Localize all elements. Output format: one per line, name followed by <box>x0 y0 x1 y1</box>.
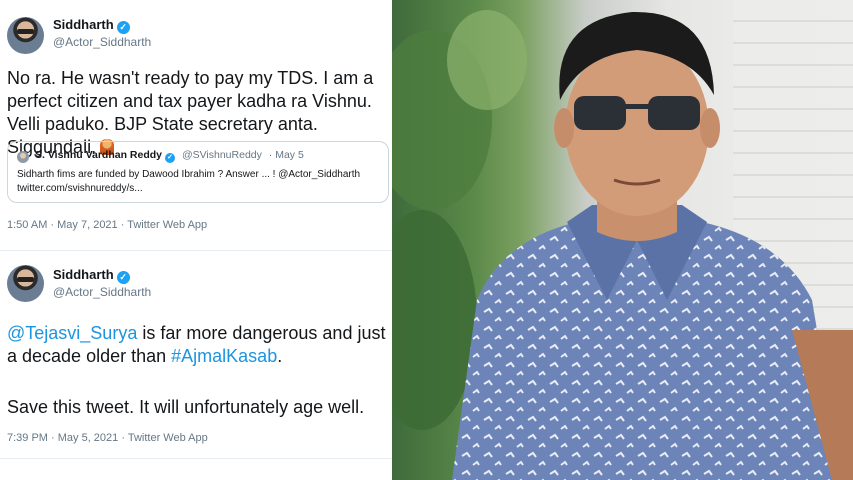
quoted-author-name: S. Vishnu Vardhan Reddy <box>35 149 163 161</box>
author-name[interactable]: Siddharth ✓ <box>53 17 130 34</box>
mention-link[interactable]: @Tejasvi_Surya <box>7 323 137 343</box>
tweet-2: Siddharth ✓ @Actor_Siddharth @Tejasvi_Sur… <box>0 254 392 480</box>
tweet-text-end: . <box>277 346 283 366</box>
actor-photo <box>392 0 853 480</box>
quoted-tweet[interactable]: S. Vishnu Vardhan Reddy ✓ @SVishnuReddy ·… <box>7 141 389 203</box>
tweet-text: @Tejasvi_Surya is far more dangerous and… <box>7 322 387 368</box>
author-handle[interactable]: @Actor_Siddharth <box>53 285 151 299</box>
author-name[interactable]: Siddharth ✓ <box>53 267 130 284</box>
quoted-text: Sidharth fims are funded by Dawood Ibrah… <box>17 169 361 194</box>
tweet-1: Siddharth ✓ @Actor_Siddharth No ra. He wa… <box>0 0 392 246</box>
quoted-author-handle: @SVishnuReddy <box>181 149 262 161</box>
avatar[interactable] <box>7 265 44 302</box>
verified-badge-icon: ✓ <box>116 21 130 34</box>
author-name-text[interactable]: Siddharth <box>53 267 114 282</box>
quoted-date: · May 5 <box>268 149 304 161</box>
hashtag-link[interactable]: #AjmalKasab <box>171 346 277 366</box>
author-name-text[interactable]: Siddharth <box>53 17 114 32</box>
verified-badge-icon: ✓ <box>165 153 176 163</box>
tweet-timestamp[interactable]: 7:39 PM · May 5, 2021 · Twitter Web App <box>7 432 208 444</box>
verified-badge-icon: ✓ <box>116 271 130 284</box>
tweet-timestamp[interactable]: 1:50 AM · May 7, 2021 · Twitter Web App <box>7 219 207 231</box>
quoted-avatar <box>17 151 29 163</box>
tweet-text-second: Save this tweet. It will unfortunately a… <box>7 397 365 417</box>
divider <box>0 250 392 251</box>
tweets-panel: Siddharth ✓ @Actor_Siddharth No ra. He wa… <box>0 0 392 480</box>
avatar[interactable] <box>7 17 44 54</box>
author-handle[interactable]: @Actor_Siddharth <box>53 35 151 49</box>
divider <box>0 458 392 459</box>
quoted-author: S. Vishnu Vardhan Reddy ✓ @SVishnuReddy ·… <box>35 149 304 163</box>
